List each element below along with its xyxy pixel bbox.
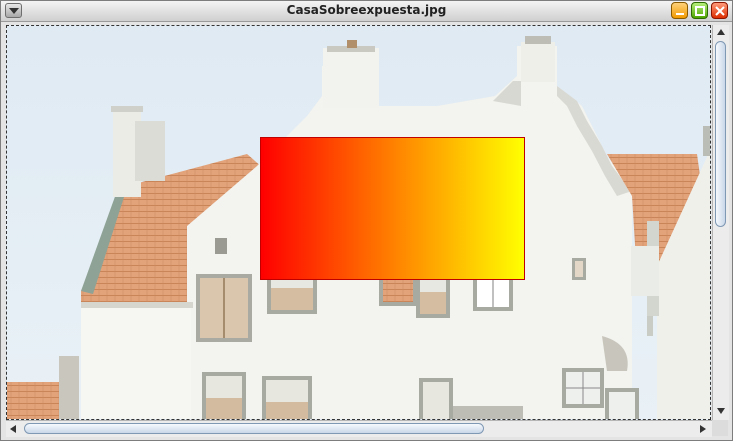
maximize-icon — [695, 6, 705, 16]
scroll-up-button[interactable] — [713, 25, 729, 41]
image-viewer-window: CasaSobreexpuesta.jpg — [0, 0, 733, 441]
minimize-button[interactable] — [671, 2, 688, 19]
minimize-icon — [676, 13, 684, 15]
chevron-right-icon — [700, 425, 706, 433]
vertical-scroll-thumb[interactable] — [715, 41, 726, 227]
chevron-up-icon — [717, 29, 725, 35]
close-button[interactable] — [711, 2, 728, 19]
close-icon — [715, 6, 725, 16]
window-title: CasaSobreexpuesta.jpg — [286, 3, 447, 17]
scroll-right-button[interactable] — [696, 421, 712, 437]
title-bar[interactable]: CasaSobreexpuesta.jpg — [1, 1, 732, 22]
chevron-down-icon — [717, 408, 725, 414]
scroll-down-button[interactable] — [713, 404, 729, 420]
scrollbar-corner — [712, 420, 728, 436]
maximize-button[interactable] — [691, 2, 708, 19]
image-canvas[interactable] — [6, 25, 711, 420]
scroll-left-button[interactable] — [6, 421, 22, 437]
gradient-rectangle[interactable] — [260, 137, 525, 280]
chevron-left-icon — [10, 425, 16, 433]
vertical-scrollbar[interactable] — [712, 25, 729, 420]
horizontal-scrollbar[interactable] — [6, 420, 712, 437]
horizontal-scroll-thumb[interactable] — [24, 423, 484, 434]
